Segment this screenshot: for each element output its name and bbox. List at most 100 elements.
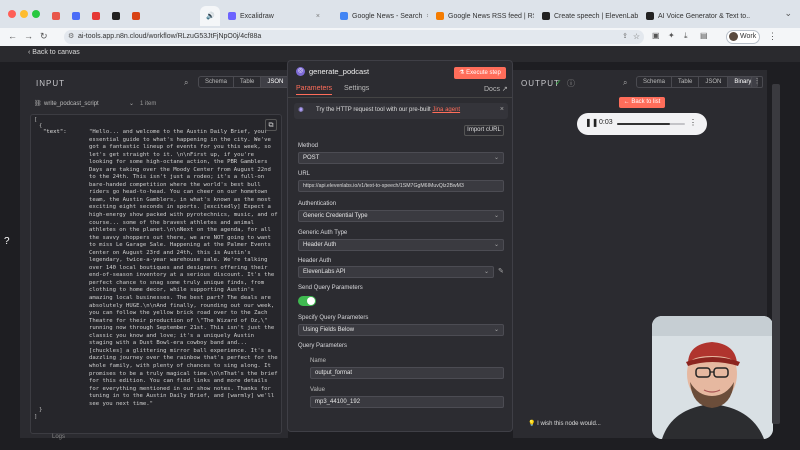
param-value-field[interactable]: mp3_44100_192 (310, 396, 504, 408)
browser-tab[interactable] (106, 6, 124, 26)
param-value-label: Value (310, 387, 325, 393)
view-tab-schema[interactable]: Schema (199, 77, 235, 87)
share-icon[interactable]: ⇪ (622, 30, 628, 44)
specify-query-params-label: Specify Query Parameters (298, 315, 369, 321)
close-tab-icon[interactable]: × (316, 13, 320, 20)
tip-link[interactable]: Jina agent (432, 107, 460, 113)
specify-query-params-select[interactable]: Using Fields Below ⌄ (298, 324, 504, 336)
pencil-icon[interactable]: ✎ (498, 267, 504, 275)
tab-favicon-icon (646, 12, 654, 20)
json-viewer[interactable]: [ { "text": "Hello... and welcome to the… (30, 114, 282, 434)
tab-favicon-icon (92, 12, 100, 20)
more-options-icon[interactable]: ⋮ (751, 76, 763, 88)
extension-icon[interactable]: ▣ (652, 31, 660, 40)
send-query-params-toggle[interactable] (298, 296, 316, 306)
url-field[interactable]: https://api.elevenlabs.io/v1/text-to-spe… (298, 180, 504, 192)
browser-tab[interactable]: Create speech | ElevenLabs D...× (536, 6, 638, 26)
audio-seek-bar[interactable] (617, 123, 685, 125)
node-name-title[interactable]: generate_podcast (309, 67, 369, 76)
browser-tab[interactable] (46, 6, 64, 26)
param-name-field[interactable]: output_format (310, 367, 504, 379)
copy-icon[interactable]: ⧉ (265, 119, 277, 131)
specify-query-params-value: Using Fields Below (303, 327, 355, 333)
input-item-count: 1 item (140, 101, 157, 107)
execute-step-button[interactable]: ⚗ Execute step (454, 67, 506, 79)
webcam-overlay (652, 316, 773, 439)
generic-auth-type-value: Header Auth (303, 242, 337, 248)
sidebar-icon[interactable]: ▤ (700, 31, 708, 40)
header-auth-select[interactable]: ElevenLabs API ⌄ (298, 266, 494, 278)
json-close-bracket: ] (34, 414, 38, 420)
back-to-canvas-button[interactable]: ‹ Back to canvas (28, 49, 80, 56)
view-tab-table[interactable]: Table (234, 77, 262, 87)
extension-puzzle-icon[interactable]: ✦ (668, 31, 675, 40)
tab-favicon-icon (228, 12, 236, 20)
tab-favicon-icon (340, 12, 348, 20)
docs-link[interactable]: Docs ↗ (484, 85, 508, 93)
pause-icon[interactable]: ❚❚ (585, 118, 598, 127)
back-to-list-button[interactable]: ← Back to list (619, 97, 665, 108)
reload-icon[interactable]: ↻ (40, 31, 48, 42)
method-value: POST (303, 155, 320, 161)
bookmark-star-icon[interactable]: ☆ (633, 30, 640, 44)
input-panel-title: INPUT (36, 79, 65, 88)
browser-tab[interactable]: Google News RSS feed | RSS...× (430, 6, 534, 26)
logs-label[interactable]: Logs (52, 434, 65, 440)
import-curl-button[interactable]: Import cURL (464, 125, 504, 136)
chevron-down-icon[interactable]: ⌄ (784, 8, 792, 19)
browser-tab-label: Excalidraw (240, 12, 274, 20)
search-icon[interactable]: ⌕ (184, 78, 188, 88)
browser-tab-active[interactable]: 🔊 (200, 6, 220, 26)
downloads-icon[interactable]: ⤓ (684, 31, 688, 41)
input-view-tabs: Schema Table JSON (198, 76, 291, 88)
forward-arrow-icon[interactable]: → (24, 31, 33, 41)
output-view-tabs: Schema Table JSON Binary (636, 76, 759, 88)
chevron-down-icon: ⌄ (128, 101, 134, 107)
presenter-video (652, 316, 773, 439)
speaker-icon: 🔊 (206, 13, 215, 20)
divider (288, 97, 512, 98)
more-options-icon[interactable]: ⋮ (689, 118, 697, 127)
browser-tab[interactable]: Excalidraw × (222, 6, 326, 26)
search-icon[interactable]: ⌕ (623, 78, 627, 88)
close-icon[interactable]: × (500, 106, 504, 113)
view-tab-schema[interactable]: Schema (637, 77, 673, 87)
view-tab-json[interactable]: JSON (261, 77, 290, 87)
view-tab-json[interactable]: JSON (699, 77, 729, 87)
param-name-label: Name (310, 358, 327, 364)
docs-label: Docs (484, 86, 500, 93)
view-tab-table[interactable]: Table (672, 77, 700, 87)
browser-tab[interactable]: Google News - Search× (334, 6, 428, 26)
screen: 🔊Excalidraw×Google News - Search×Google … (0, 0, 800, 450)
authentication-select[interactable]: Generic Credential Type ⌄ (298, 210, 504, 222)
back-arrow-icon[interactable]: ← (8, 31, 17, 41)
scrollbar[interactable] (772, 84, 780, 424)
info-icon[interactable]: ⓘ (567, 78, 575, 89)
maximize-window-dot[interactable] (32, 10, 40, 18)
browser-tab[interactable]: AI Voice Generator & Text to...× (640, 6, 750, 26)
tip-text: Try the HTTP request tool with our pre-b… (316, 107, 431, 113)
generic-auth-type-select[interactable]: Header Auth ⌄ (298, 239, 504, 251)
authentication-value: Generic Credential Type (303, 213, 368, 219)
tab-settings[interactable]: Settings (344, 85, 369, 92)
execute-step-label: Execute step (466, 70, 501, 76)
close-window-dot[interactable] (8, 10, 16, 18)
tab-favicon-icon (72, 12, 80, 20)
close-tab-icon[interactable]: × (426, 13, 428, 20)
method-select[interactable]: POST ⌄ (298, 152, 504, 164)
browser-tab[interactable] (126, 6, 144, 26)
site-settings-icon[interactable]: ⚙ (68, 30, 74, 44)
json-open-bracket: [ (34, 117, 38, 123)
query-params-label: Query Parameters (298, 343, 348, 349)
help-icon[interactable]: ? (4, 236, 10, 247)
address-bar[interactable]: ⚙ ai-tools.app.n8n.cloud/workflow/RLzuG5… (64, 30, 644, 44)
browser-tab[interactable] (86, 6, 104, 26)
browser-tab[interactable] (66, 6, 84, 26)
input-node-select[interactable]: ⛓ write_podcast_script ⌄ (34, 98, 134, 110)
profile-button[interactable]: Work (726, 30, 760, 44)
feedback-note[interactable]: 💡 I wish this node would... (528, 420, 601, 427)
tab-parameters[interactable]: Parameters (296, 85, 333, 95)
browser-tab-label: Create speech | ElevenLabs D... (554, 12, 638, 20)
minimize-window-dot[interactable] (20, 10, 28, 18)
more-menu-icon[interactable]: ⋮ (768, 31, 777, 42)
